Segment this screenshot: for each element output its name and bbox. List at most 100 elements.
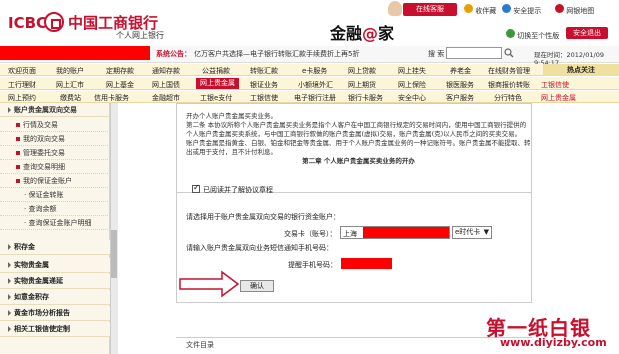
online-service-button[interactable]: 在线客服 <box>403 3 457 16</box>
hot-item[interactable]: 网上贵金属 <box>541 93 576 103</box>
card-region: 上海 <box>343 230 357 238</box>
nav-item[interactable]: 网上国债 <box>152 80 180 90</box>
nav-item[interactable]: 电子银行注册 <box>294 93 336 103</box>
icbc-logo-text: ICBC <box>8 14 48 32</box>
nav-item[interactable]: 通知存款 <box>152 66 180 76</box>
sidebar-head[interactable]: 账户贵金属双向交易 <box>0 103 110 117</box>
sidebar-item[interactable]: 我的双向交易 <box>0 132 110 146</box>
search-label: 搜 索 <box>428 50 445 58</box>
hot-item[interactable]: 工银信使 <box>541 80 569 90</box>
collapse-icon <box>8 294 11 300</box>
nav-item[interactable]: 工行理财 <box>8 80 36 90</box>
nav-item[interactable]: 金融超市 <box>152 93 180 103</box>
site-map-link[interactable]: 网银地图 <box>555 4 594 16</box>
switch-icon <box>506 29 515 38</box>
sidebar-group[interactable]: 积存金 <box>0 240 110 255</box>
sidebar-item[interactable]: 行情及交易 <box>0 118 110 132</box>
scrollbar-thumb[interactable] <box>111 230 117 278</box>
nav-item[interactable]: 公益捐款 <box>202 66 230 76</box>
nav-item[interactable]: 网上贷款 <box>348 66 376 76</box>
agreement-chapter: 第二章 个人账户贵金属买卖业务的开办 <box>302 157 415 165</box>
nav-item[interactable]: 网上挂失 <box>398 66 426 76</box>
redacted-card-number <box>363 227 449 238</box>
map-icon <box>555 4 564 13</box>
icbc-logo-icon <box>44 12 64 32</box>
star-icon <box>464 4 473 13</box>
nav-item-active[interactable]: 网上贵金属 <box>196 78 239 89</box>
switch-version-link[interactable]: 切换至个性版 <box>506 29 559 41</box>
sidebar-subitem[interactable]: · 查询余额 <box>0 202 110 216</box>
sidebar-item[interactable]: 我的保证金账户 <box>0 174 110 188</box>
sidebar-item[interactable]: 管理委托交易 <box>0 146 110 160</box>
notice-text[interactable]: 亿万客户共选择—电子银行转账汇款手续费折上再5折 <box>194 49 359 59</box>
nav-item[interactable]: 网上汇市 <box>56 80 84 90</box>
nav-item[interactable]: 缴费站 <box>60 93 81 103</box>
sidebar-group[interactable]: 如意金积存 <box>0 290 110 305</box>
nav-item[interactable]: 银证业务 <box>250 80 278 90</box>
sidebar-group[interactable]: 实物贵金属递延 <box>0 274 110 289</box>
hot-topics-title: 热点关注 <box>543 64 619 76</box>
select-card-label: 请选择用于账户贵金属双向交易的银行资金账户： <box>186 213 340 221</box>
security-notice-link[interactable]: 安全提示 <box>502 4 541 16</box>
nav-item[interactable]: 欢迎页面 <box>8 66 36 76</box>
search-input[interactable] <box>446 47 502 59</box>
agreement-text[interactable]: 开办个人账户贵金属买卖业务。 第二条 本协议所称个人账户贵金属买卖业务是指个人客… <box>186 112 531 189</box>
nav-item[interactable]: 我的账户 <box>56 66 84 76</box>
bullet-icon <box>16 137 20 141</box>
sidebar-scrollbar[interactable] <box>110 103 118 354</box>
favorites-link[interactable]: 收伴藏 <box>464 4 496 16</box>
collapse-icon <box>8 244 11 250</box>
nav-item[interactable]: 安全中心 <box>398 93 426 103</box>
nav-item[interactable]: 网上预约 <box>8 93 36 103</box>
sidebar-subitem[interactable]: · 查询保证金账户明细 <box>0 216 110 230</box>
sidebar-group[interactable]: 相关工银信使定制 <box>0 322 110 337</box>
watermark-url: www.diyizby.com <box>500 336 607 349</box>
nav-item[interactable]: 分行特色 <box>494 93 522 103</box>
bottom-section-title: 文件目录 <box>186 341 214 349</box>
arrow-icon <box>178 270 240 300</box>
shield-icon <box>502 4 511 13</box>
expand-icon <box>8 107 11 113</box>
search-icon[interactable] <box>504 48 514 58</box>
nav-item[interactable]: 银行卡服务 <box>348 93 383 103</box>
chevron-down-icon: ▼ <box>483 228 489 236</box>
agreement-line: 开办个人账户贵金属买卖业务。 <box>186 112 277 120</box>
card-type-select[interactable]: e时代卡 ▼ <box>452 226 492 239</box>
nav-item[interactable]: 网上基金 <box>106 80 134 90</box>
nav-item[interactable]: 小额境外汇 <box>298 80 333 90</box>
nav-item[interactable]: 银商报价转账 <box>488 80 530 90</box>
bank-subtitle: 个人网上银行 <box>116 31 164 40</box>
sidebar-subitem[interactable]: · 保证金转账 <box>0 188 110 202</box>
nav-item[interactable]: 客户服务 <box>446 93 474 103</box>
nav-item[interactable]: 银医服务 <box>446 80 474 90</box>
phone-label: 提醒手机号码： <box>288 261 337 269</box>
sidebar-group[interactable]: 实物贵金属 <box>0 258 110 273</box>
sidebar-item[interactable]: 查询交易明细 <box>0 160 110 174</box>
notice-label: 系统公告： <box>156 50 191 58</box>
nav-item[interactable]: 工银e支付 <box>200 93 232 103</box>
nav-item[interactable]: 网上期货 <box>348 80 376 90</box>
nav-item[interactable]: 网上保险 <box>398 80 426 90</box>
bottom-strip <box>176 337 532 354</box>
confirm-button[interactable]: 确认 <box>240 280 274 292</box>
nav-row-2: 工行理财 网上汇市 网上基金 网上国债 网上贵金属 银证业务 小额境外汇 网上期… <box>0 77 619 90</box>
bullet-icon <box>16 123 20 127</box>
agree-checkbox[interactable] <box>192 183 200 193</box>
nav-item[interactable]: 在线财务管理 <box>488 66 530 76</box>
sidebar-group[interactable]: 黄金市场分析报告 <box>0 306 110 321</box>
nav-item[interactable]: 养老金 <box>450 66 471 76</box>
nav-item[interactable]: 转账汇款 <box>250 66 278 76</box>
collapse-icon <box>8 326 11 332</box>
nav-row-3: 网上预约 缴费站 信用卡服务 金融超市 工银e支付 工银信使 电子银行注册 银行… <box>0 91 619 103</box>
phone-input[interactable] <box>341 258 392 269</box>
agreement-line: 账户贵金属是指黄金、白银、铂金和钯金等贵金属、用于个人账户贵金属业务的一种记账符… <box>186 139 531 156</box>
nav-item[interactable]: e卡服务 <box>302 66 327 76</box>
safe-exit-button[interactable]: 安全退出 <box>566 27 608 39</box>
phone-prompt: 请输入账户贵金属双向业务短信通知手机号码： <box>186 244 333 252</box>
collapse-icon <box>8 262 11 268</box>
collapse-icon <box>8 310 11 316</box>
nav-item[interactable]: 信用卡服务 <box>94 93 129 103</box>
nav-item[interactable]: 工银信使 <box>250 93 278 103</box>
nav-item[interactable]: 定期存款 <box>106 66 134 76</box>
jinrong-home-logo: 金融@家 <box>330 24 395 43</box>
